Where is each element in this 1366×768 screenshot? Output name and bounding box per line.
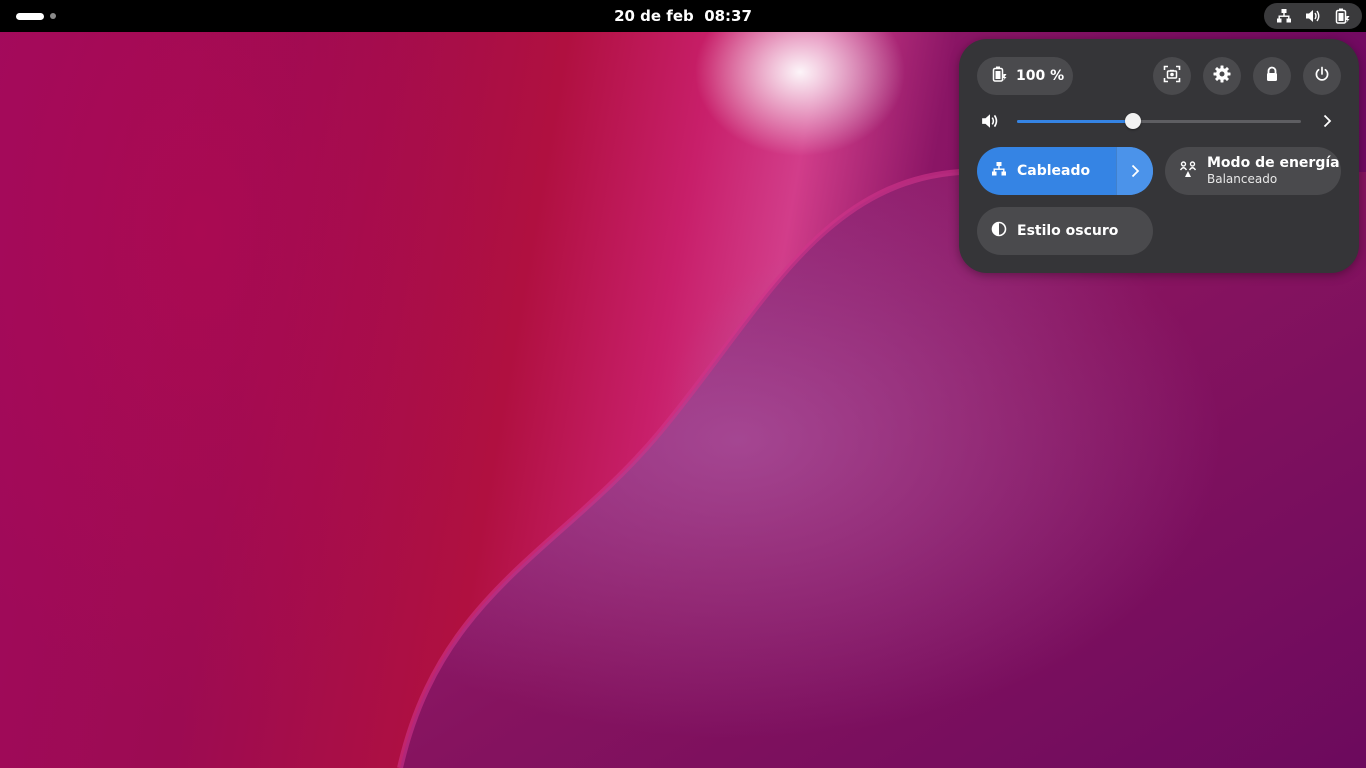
gear-icon [1213, 65, 1231, 87]
workspace-indicator [50, 13, 56, 19]
power-icon [1314, 66, 1330, 86]
activities-button[interactable] [8, 6, 64, 26]
volume-slider-fill [1017, 120, 1133, 123]
settings-button[interactable] [1203, 57, 1241, 95]
chevron-right-icon [1323, 114, 1332, 128]
chevron-right-icon [1131, 164, 1140, 178]
power-mode-label: Modo de energía [1207, 155, 1340, 171]
network-toggle-label: Cableado [1017, 163, 1091, 179]
network-toggle: Cableado [977, 147, 1153, 195]
network-wired-icon [1275, 7, 1293, 25]
volume-slider-handle[interactable] [1125, 113, 1141, 129]
battery-label: 100 % [1016, 68, 1065, 84]
lock-button[interactable] [1253, 57, 1291, 95]
screenshot-button[interactable] [1153, 57, 1191, 95]
dark-style-toggle[interactable]: Estilo oscuro [977, 207, 1153, 255]
clock-button[interactable]: 20 de feb 08:37 [600, 0, 766, 32]
lock-icon [1264, 66, 1280, 86]
battery-icon [991, 66, 1007, 86]
screenshot-icon [1163, 65, 1181, 87]
network-toggle-button[interactable]: Cableado [977, 147, 1116, 195]
battery-button[interactable]: 100 % [977, 57, 1073, 95]
volume-icon[interactable] [981, 112, 999, 134]
system-status-menu[interactable] [1264, 3, 1362, 29]
volume-slider[interactable] [1017, 113, 1301, 129]
battery-icon [1333, 7, 1351, 25]
power-button[interactable] [1303, 57, 1341, 95]
power-mode-value: Balanceado [1207, 172, 1278, 186]
dark-mode-icon [991, 221, 1007, 241]
dark-style-label: Estilo oscuro [1017, 223, 1119, 239]
power-mode-toggle[interactable]: Modo de energía Balanceado [1165, 147, 1341, 195]
top-bar: 20 de feb 08:37 [0, 0, 1366, 32]
quick-settings-panel: 100 % Cableado Modo de energía Balancead… [959, 39, 1359, 273]
volume-output-menu-button[interactable] [1317, 111, 1337, 131]
workspace-indicator-active [16, 12, 44, 20]
power-profile-icon [1179, 160, 1197, 182]
network-wired-icon [991, 161, 1007, 181]
volume-icon [1304, 7, 1322, 25]
volume-row [977, 109, 1341, 133]
clock-date: 20 de feb [614, 7, 694, 25]
network-menu-button[interactable] [1116, 147, 1153, 195]
clock-time: 08:37 [704, 7, 752, 25]
